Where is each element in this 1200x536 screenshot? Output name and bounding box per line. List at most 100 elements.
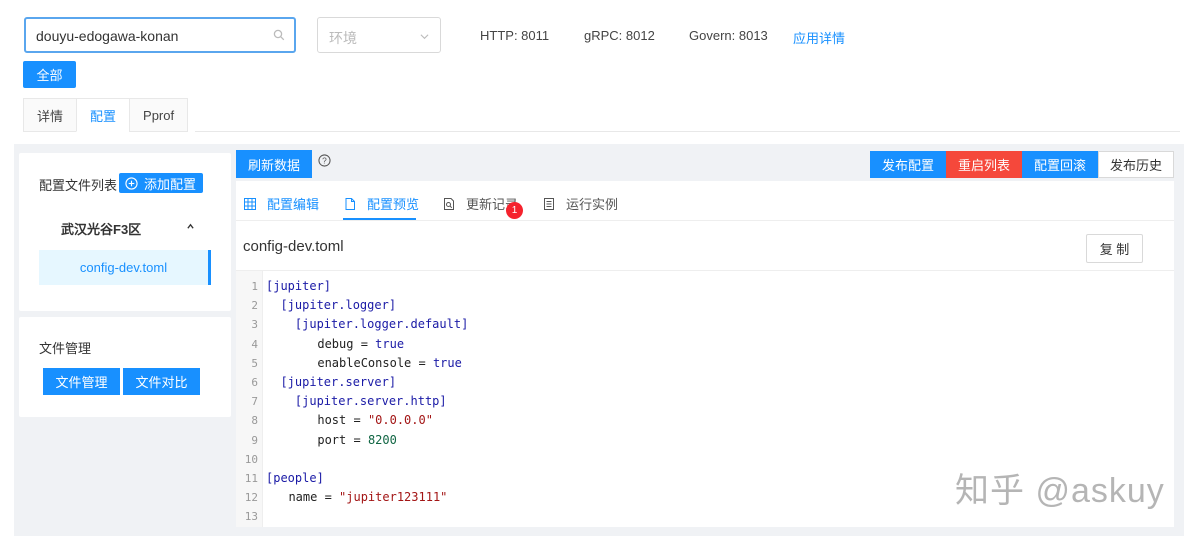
code-line: 2 [jupiter.logger] [236,296,468,315]
tab-running-instances[interactable]: 运行实例 [543,194,618,213]
restart-list-button[interactable]: 重启列表 [946,151,1022,178]
config-file-panel: 配置文件列表 添加配置 武汉光谷F3区 config-dev.toml [19,153,231,311]
file-search-icon [444,197,454,210]
app-detail-link[interactable]: 应用详情 [793,28,845,47]
code-line: 8 host = "0.0.0.0" [236,411,468,430]
tab-config-preview[interactable]: 配置预览 [344,194,419,213]
code-token: [jupiter] [266,279,332,293]
code-line: 12 name = "jupiter123111" [236,488,468,507]
code-token: debug = [317,336,376,351]
line-number: 6 [251,375,258,389]
list-icon [544,197,554,210]
file-manage-title: 文件管理 [39,341,92,356]
code-token: [people] [266,470,324,485]
code-token: [jupiter.server] [280,374,397,389]
code-token: name = [288,490,340,505]
code-editor[interactable]: 1 [jupiter] 2 [jupiter.logger] 3 [jupiter.l… [236,277,469,526]
code-line: 5 enableConsole = true [236,354,468,373]
code-token: host = [317,413,368,428]
tab-running-instances-label: 运行实例 [566,197,619,212]
file-compare-button[interactable]: 文件对比 [123,368,200,395]
editor-divider [236,270,1174,271]
code-line: 4 debug = true [236,335,468,354]
config-file-item[interactable]: config-dev.toml [39,250,211,285]
watermark: 知乎 @askuy [955,472,1165,510]
config-list-title: 配置文件列表 [39,178,118,193]
code-line: 11 [people] [236,469,468,488]
update-count-badge: 1 [506,202,523,219]
code-text: [jupiter] [258,277,331,296]
code-text: [jupiter.logger.default] [258,315,468,334]
code-token: "jupiter123111" [339,490,448,505]
code-line: 1 [jupiter] [236,277,468,296]
file-icon [345,197,355,210]
app-search-input[interactable]: douyu-edogawa-konan [24,17,296,53]
config-filename: config-dev.toml [243,238,344,255]
copy-button[interactable]: 复 制 [1086,234,1143,263]
line-number: 10 [244,452,258,466]
code-text: [jupiter.server.http] [258,392,447,411]
chevron-down-icon [420,34,429,40]
code-text: port = 8200 [258,431,397,450]
code-token: true [432,355,462,370]
refresh-data-button[interactable]: 刷新数据 [236,150,312,178]
top-bar: douyu-edogawa-konan 环境 HTTP: 8011 gRPC: … [0,0,1200,140]
line-number: 9 [251,433,258,447]
code-token: 8200 [367,432,397,447]
code-line: 3 [jupiter.logger.default] [236,315,468,334]
all-button[interactable]: 全部 [23,61,76,88]
line-number: 5 [251,356,258,370]
line-number: 3 [251,318,258,332]
line-number: 4 [251,337,258,351]
chevron-up-icon[interactable] [186,223,195,230]
config-sub-tabs: 配置编辑 配置预览 更新记录 运行实例 1 [236,181,1174,221]
code-text: [people] [258,469,324,488]
table-icon [244,197,256,210]
add-config-label: 添加配置 [144,176,197,192]
line-number: 2 [251,299,258,313]
http-port: HTTP: 8011 [480,28,550,43]
line-number: 1 [251,280,258,293]
line-number: 12 [244,491,258,505]
active-tab-indicator [343,218,416,220]
help-icon[interactable]: ? [318,154,331,167]
code-text: host = "0.0.0.0" [258,411,433,430]
add-config-button[interactable]: 添加配置 [119,173,204,193]
code-text: debug = true [258,335,404,354]
line-number: 11 [244,471,258,485]
code-text: enableConsole = true [258,354,462,373]
svg-text:?: ? [322,156,327,166]
tab-divider [195,131,1180,132]
line-number: 13 [244,510,258,524]
publish-history-button[interactable]: 发布历史 [1098,151,1174,178]
code-token: true [375,336,405,351]
tab-config-edit[interactable]: 配置编辑 [244,194,319,213]
code-token: "0.0.0.0" [367,413,433,428]
code-line: 9 port = 8200 [236,431,468,450]
code-token: enableConsole = [317,355,433,370]
code-line: 6 [jupiter.server] [236,373,468,392]
code-line: 7 [jupiter.server.http] [236,392,468,411]
code-line: 10 [236,450,468,469]
line-number: 8 [251,414,258,428]
tab-detail[interactable]: 详情 [23,98,78,132]
code-text: [jupiter.server] [258,373,396,392]
line-number: 7 [251,395,258,409]
code-token: [jupiter.server.http] [294,394,447,409]
main-tabs: 详情 配置 Pprof [23,98,189,132]
publish-config-button[interactable]: 发布配置 [870,151,946,178]
tab-pprof[interactable]: Pprof [129,98,189,132]
config-rollback-button[interactable]: 配置回滚 [1022,151,1098,178]
search-icon[interactable] [273,29,285,41]
code-token: port = [317,432,368,447]
env-placeholder: 环境 [329,30,357,46]
env-select[interactable]: 环境 [317,17,441,53]
govern-port: Govern: 8013 [689,28,768,43]
tab-config[interactable]: 配置 [76,98,131,132]
code-token: [jupiter.logger] [280,298,397,313]
file-manage-button[interactable]: 文件管理 [43,368,120,395]
code-text: name = "jupiter123111" [258,488,447,507]
code-token: [jupiter.logger.default] [294,317,469,332]
search-value: douyu-edogawa-konan [36,28,179,44]
group-title[interactable]: 武汉光谷F3区 [61,219,141,238]
